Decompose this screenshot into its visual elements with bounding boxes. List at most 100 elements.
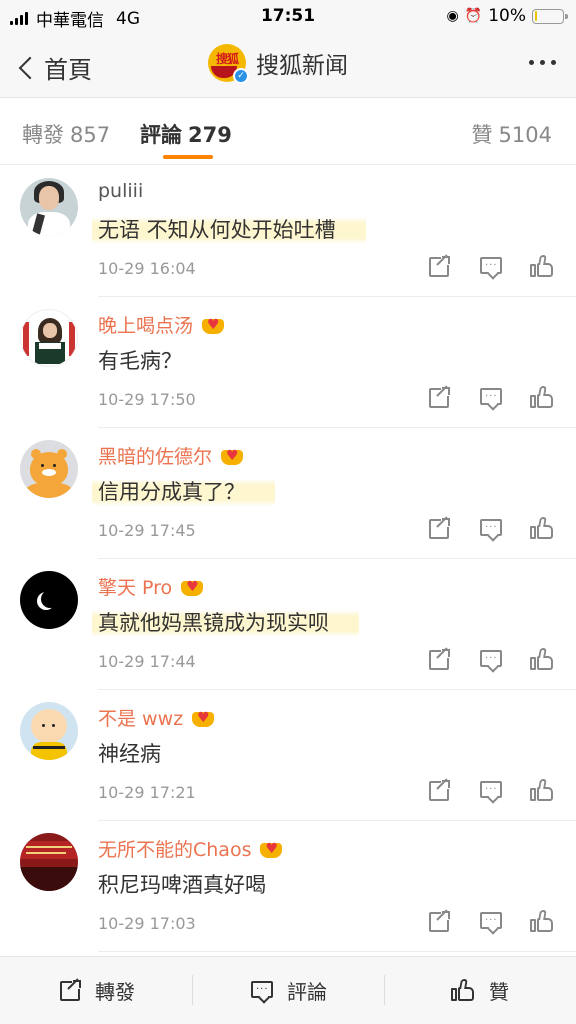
logo-text: 搜狐 [215, 51, 239, 66]
comment-time: 10-29 17:21 [98, 783, 196, 802]
repost-button[interactable] [426, 778, 452, 804]
username-text: 不是 wwz [98, 708, 184, 730]
like-button[interactable] [530, 778, 556, 804]
comment-username[interactable]: 晚上喝点汤 [98, 311, 225, 338]
bottom-like-button[interactable]: 贊 [384, 957, 576, 1024]
comment-icon: ··· [251, 980, 273, 998]
comment-actions: ··· [400, 647, 556, 673]
comment-item[interactable]: 不是 wwz 神经病 10-29 17:21 ··· [0, 690, 576, 821]
vip-badge-icon [220, 446, 244, 466]
comment-item[interactable]: 无所不能的Chaos 积尼玛啤酒真好喝 10-29 17:03 ··· [0, 821, 576, 952]
username-text: 擎天 Pro [98, 577, 173, 599]
like-button[interactable] [530, 647, 556, 673]
comment-actions: ··· [400, 254, 556, 280]
comment-text: 真就他妈黑镜成为现实呗 [92, 607, 359, 637]
divider [98, 951, 576, 952]
more-dot-icon [540, 60, 545, 65]
tab-likes[interactable]: 贊 5104 [472, 119, 552, 149]
reply-button[interactable]: ··· [478, 778, 504, 804]
comment-username[interactable]: puliii [98, 180, 143, 202]
status-bar: 中華電信 4G 17:51 ◉ ⏰ 10% [0, 0, 576, 32]
share-icon [429, 778, 451, 801]
verified-icon: ✓ [233, 68, 249, 84]
reply-button[interactable]: ··· [478, 909, 504, 935]
like-button[interactable] [530, 516, 556, 542]
reply-button[interactable]: ··· [478, 254, 504, 280]
more-dot-icon [551, 60, 556, 65]
bottom-comment-label: 評論 [287, 980, 327, 1004]
comment-item[interactable]: 擎天 Pro 真就他妈黑镜成为现实呗 10-29 17:44 ··· [0, 559, 576, 690]
reply-button[interactable]: ··· [478, 385, 504, 411]
tab-likes-count: 5104 [498, 123, 552, 147]
comment-icon: ··· [480, 781, 502, 798]
reply-button[interactable]: ··· [478, 516, 504, 542]
thumbs-up-icon [530, 909, 554, 933]
comment-icon: ··· [480, 519, 502, 536]
comment-list: puliii 无语 不知从何处开始吐槽 10-29 16:04 ··· 晚上喝点… [0, 166, 576, 952]
avatar[interactable] [20, 309, 78, 367]
account-avatar: 搜狐 ✓ [208, 44, 249, 84]
thumbs-up-icon [451, 978, 475, 1002]
tab-reposts[interactable]: 轉發 857 [22, 119, 110, 149]
repost-button[interactable] [426, 647, 452, 673]
repost-button[interactable] [426, 516, 452, 542]
tab-comments-count: 279 [188, 123, 232, 147]
comment-time: 10-29 16:04 [98, 259, 196, 278]
like-icon-wrap [451, 978, 477, 1004]
share-icon [429, 254, 451, 277]
avatar[interactable] [20, 440, 78, 498]
reply-button[interactable]: ··· [478, 647, 504, 673]
comment-icon: ··· [480, 912, 502, 929]
comment-item[interactable]: 晚上喝点汤 有毛病？ 10-29 17:50 ··· [0, 297, 576, 428]
avatar[interactable] [20, 178, 78, 236]
avatar[interactable] [20, 702, 78, 760]
username-text: puliii [98, 180, 144, 202]
battery-icon [532, 8, 568, 24]
repost-button[interactable] [426, 254, 452, 280]
repost-button[interactable] [426, 909, 452, 935]
status-right: ◉ ⏰ 10% [447, 6, 568, 26]
battery-fill [534, 11, 538, 21]
bottom-action-bar: 轉發 ··· 評論 贊 [0, 956, 576, 1024]
bottom-comment-button[interactable]: ··· 評論 [192, 957, 384, 1024]
username-text: 无所不能的Chaos [98, 839, 252, 861]
tab-comments-label: 評論 [140, 123, 182, 147]
more-options-button[interactable] [523, 60, 556, 65]
bottom-repost-button[interactable]: 轉發 [0, 957, 192, 1024]
share-icon [60, 977, 82, 1001]
share-icon [429, 647, 451, 670]
repost-button[interactable] [426, 385, 452, 411]
comment-time: 10-29 17:44 [98, 652, 196, 671]
avatar[interactable] [20, 833, 78, 891]
comment-item[interactable]: 黑暗的佐德尔 信用分成真了？ 10-29 17:45 ··· [0, 428, 576, 559]
like-button[interactable] [530, 254, 556, 280]
thumbs-up-icon [530, 254, 554, 278]
comment-time: 10-29 17:50 [98, 390, 196, 409]
share-icon-wrap [57, 977, 83, 1004]
avatar[interactable] [20, 571, 78, 629]
thumbs-up-icon [530, 647, 554, 671]
like-button[interactable] [530, 909, 556, 935]
comment-icon-wrap: ··· [249, 978, 275, 1004]
comment-item[interactable]: puliii 无语 不知从何处开始吐槽 10-29 16:04 ··· [0, 166, 576, 297]
comment-actions: ··· [400, 909, 556, 935]
bottom-like-label: 贊 [489, 980, 509, 1004]
tab-likes-label: 贊 [471, 123, 493, 147]
comment-time: 10-29 17:45 [98, 521, 196, 540]
nav-account[interactable]: 搜狐 ✓ 搜狐新闻 [208, 44, 348, 84]
comment-actions: ··· [400, 778, 556, 804]
battery-percent: 10% [488, 6, 526, 26]
active-tab-indicator [163, 155, 213, 159]
comment-username[interactable]: 擎天 Pro [98, 573, 204, 600]
vip-badge-icon [201, 315, 225, 335]
tab-comments[interactable]: 評論 279 [140, 119, 232, 149]
comment-username[interactable]: 不是 wwz [98, 704, 215, 731]
comment-time: 10-29 17:03 [98, 914, 196, 933]
comment-username[interactable]: 无所不能的Chaos [98, 835, 283, 862]
page-title: 搜狐新闻 [256, 53, 348, 79]
share-icon [429, 385, 451, 408]
alarm-icon: ⏰ [464, 8, 483, 24]
back-button[interactable]: 首頁 [14, 50, 92, 85]
comment-username[interactable]: 黑暗的佐德尔 [98, 442, 244, 469]
like-button[interactable] [530, 385, 556, 411]
